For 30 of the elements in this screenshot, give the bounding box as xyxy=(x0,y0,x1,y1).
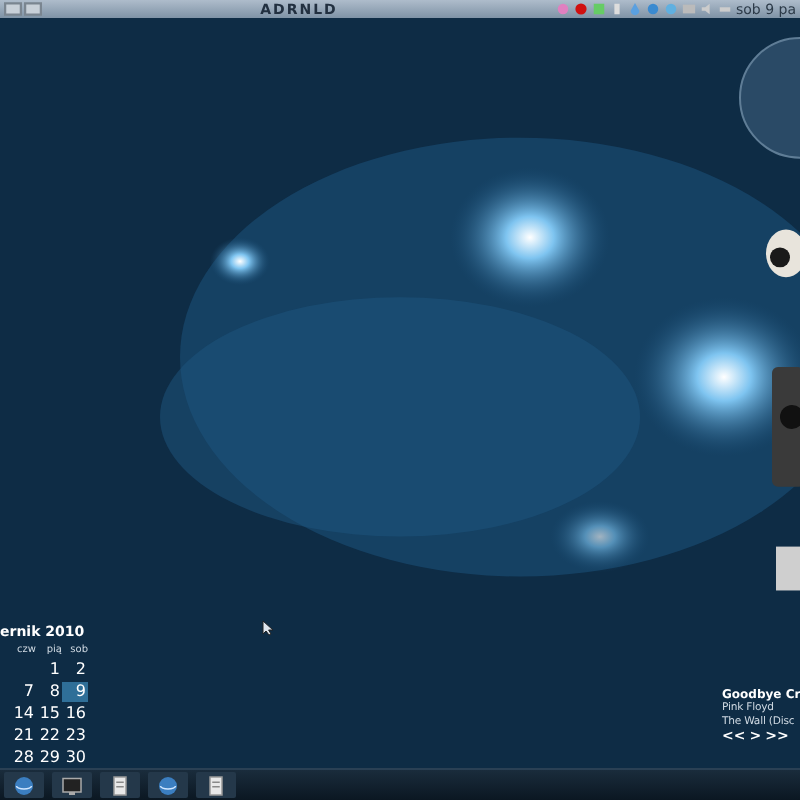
calendar-day[interactable]: 22 xyxy=(36,726,62,746)
display-icon[interactable] xyxy=(681,2,696,16)
calendar-day[interactable]: 9 xyxy=(62,682,88,702)
task-button[interactable] xyxy=(196,772,236,798)
drop-icon[interactable] xyxy=(627,2,642,16)
calendar-day[interactable]: 21 xyxy=(10,726,36,746)
calendar-day[interactable]: 7 xyxy=(10,682,36,702)
task-button[interactable] xyxy=(52,772,92,798)
task-button[interactable] xyxy=(100,772,140,798)
calendar-day[interactable]: 28 xyxy=(10,748,36,768)
calendar-day[interactable]: 29 xyxy=(36,748,62,768)
calendar-day[interactable]: 14 xyxy=(10,704,36,724)
calendar-day[interactable]: 2 xyxy=(62,660,88,680)
globe-icon xyxy=(12,773,36,797)
document-icon xyxy=(108,773,132,797)
mouse-cursor-icon xyxy=(262,620,274,636)
globe-icon xyxy=(156,773,180,797)
speaker-icon[interactable] xyxy=(699,2,714,16)
task-button[interactable] xyxy=(148,772,188,798)
calendar-day[interactable]: 1 xyxy=(36,660,62,680)
calendar-day[interactable]: 16 xyxy=(62,704,88,724)
calendar-day[interactable]: 23 xyxy=(62,726,88,746)
alert-icon[interactable] xyxy=(573,2,588,16)
calendar-day[interactable]: 15 xyxy=(36,704,62,724)
globe-icon[interactable] xyxy=(645,2,660,16)
document-icon xyxy=(204,773,228,797)
task-button[interactable] xyxy=(4,772,44,798)
monitor-icon xyxy=(60,773,84,797)
calendar-day[interactable]: 30 xyxy=(62,748,88,768)
calendar-day[interactable]: 8 xyxy=(36,682,62,702)
